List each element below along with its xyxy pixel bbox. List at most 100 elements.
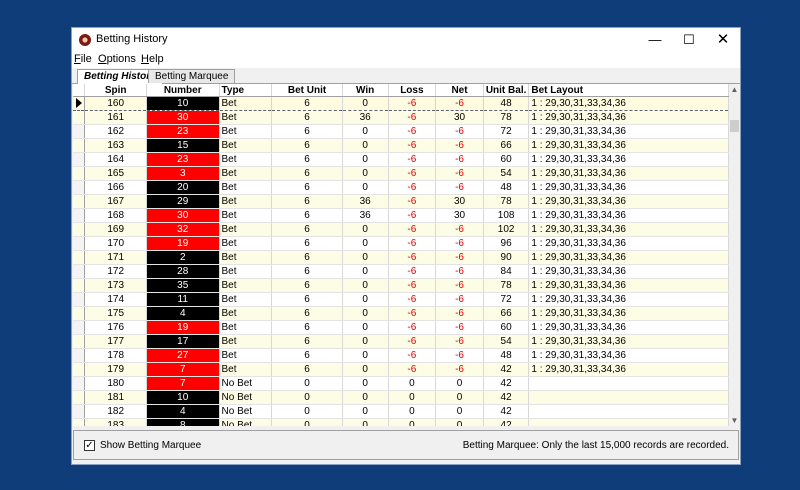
cell-bet-layout: 1 : 29,30,31,33,34,36 xyxy=(528,222,729,237)
cell-loss: -6 xyxy=(388,110,437,125)
row-selector[interactable] xyxy=(73,250,86,265)
cell-win: 0 xyxy=(342,166,389,181)
row-selector[interactable] xyxy=(73,390,86,405)
table-row[interactable]: 177 17 Bet 6 0 -6 -6 54 1 : 29,30,31,33,34,36 xyxy=(73,334,729,349)
cell-loss: -6 xyxy=(388,320,437,335)
cell-bet-layout xyxy=(528,376,729,391)
row-selector[interactable] xyxy=(73,320,86,335)
cell-number: 19 xyxy=(146,320,220,335)
scroll-thumb[interactable] xyxy=(730,120,739,132)
table-row[interactable]: 172 28 Bet 6 0 -6 -6 84 1 : 29,30,31,33,34,36 xyxy=(73,264,729,279)
cell-bet-layout: 1 : 29,30,31,33,34,36 xyxy=(528,292,729,307)
table-row[interactable]: 161 30 Bet 6 36 -6 30 78 1 : 29,30,31,33,34,36 xyxy=(73,110,729,125)
menu-file[interactable]: File xyxy=(74,53,92,65)
cell-bet-layout: 1 : 29,30,31,33,34,36 xyxy=(528,138,729,153)
table-row[interactable]: 176 19 Bet 6 0 -6 -6 60 1 : 29,30,31,33,34,36 xyxy=(73,320,729,335)
betting-history-window: Betting History — ☐ ✕ File Options Help … xyxy=(71,27,741,465)
show-marquee-checkbox[interactable]: ✓ xyxy=(84,440,95,451)
col-unit-bal[interactable]: Unit Bal. xyxy=(483,84,530,97)
table-row[interactable]: 165 3 Bet 6 0 -6 -6 54 1 : 29,30,31,33,34,36 xyxy=(73,166,729,181)
table-row[interactable]: 163 15 Bet 6 0 -6 -6 66 1 : 29,30,31,33,34,36 xyxy=(73,138,729,153)
table-row[interactable]: 181 10 No Bet 0 0 0 0 42 xyxy=(73,390,729,405)
row-selector[interactable] xyxy=(73,124,86,139)
row-selector[interactable] xyxy=(73,306,86,321)
show-marquee-label[interactable]: Show Betting Marquee xyxy=(100,440,201,451)
scroll-up-icon[interactable]: ▲ xyxy=(729,84,740,95)
table-row[interactable]: 178 27 Bet 6 0 -6 -6 48 1 : 29,30,31,33,34,36 xyxy=(73,348,729,363)
close-icon[interactable]: ✕ xyxy=(706,28,740,52)
cell-win: 0 xyxy=(342,320,389,335)
table-row[interactable]: 175 4 Bet 6 0 -6 -6 66 1 : 29,30,31,33,34,36 xyxy=(73,306,729,321)
row-selector[interactable] xyxy=(73,222,86,237)
cell-type: Bet xyxy=(219,334,273,349)
cell-type: Bet xyxy=(219,222,273,237)
col-spin[interactable]: Spin xyxy=(84,84,147,97)
col-number[interactable]: Number xyxy=(146,84,220,97)
cell-unit-bal: 42 xyxy=(483,404,530,419)
row-selector[interactable] xyxy=(73,292,86,307)
row-selector[interactable] xyxy=(73,208,86,223)
cell-bet-layout: 1 : 29,30,31,33,34,36 xyxy=(528,250,729,265)
table-row[interactable]: 173 35 Bet 6 0 -6 -6 78 1 : 29,30,31,33,34,36 xyxy=(73,278,729,293)
row-selector[interactable] xyxy=(73,152,86,167)
row-selector[interactable] xyxy=(73,404,86,419)
cell-bet-layout xyxy=(528,418,729,426)
table-row[interactable]: 167 29 Bet 6 36 -6 30 78 1 : 29,30,31,33,34,36 xyxy=(73,194,729,209)
row-selector[interactable] xyxy=(73,278,86,293)
cell-unit-bal: 78 xyxy=(483,278,530,293)
table-row[interactable]: 180 7 No Bet 0 0 0 0 42 xyxy=(73,376,729,391)
table-row[interactable]: 171 2 Bet 6 0 -6 -6 90 1 : 29,30,31,33,34,36 xyxy=(73,250,729,265)
maximize-icon[interactable]: ☐ xyxy=(672,28,706,52)
row-selector[interactable] xyxy=(73,236,86,251)
cell-net: -6 xyxy=(435,306,484,321)
table-row[interactable]: 174 11 Bet 6 0 -6 -6 72 1 : 29,30,31,33,34,36 xyxy=(73,292,729,307)
minimize-icon[interactable]: — xyxy=(638,28,672,52)
table-row[interactable]: 182 4 No Bet 0 0 0 0 42 xyxy=(73,404,729,419)
row-selector[interactable] xyxy=(73,418,86,426)
vertical-scrollbar[interactable]: ▲ ▼ xyxy=(729,84,740,426)
table-row[interactable]: 169 32 Bet 6 0 -6 -6 102 1 : 29,30,31,33,34,36 xyxy=(73,222,729,237)
cell-bet-layout: 1 : 29,30,31,33,34,36 xyxy=(528,96,729,111)
table-row[interactable]: 164 23 Bet 6 0 -6 -6 60 1 : 29,30,31,33,34,36 xyxy=(73,152,729,167)
col-net[interactable]: Net xyxy=(435,84,484,97)
table-row[interactable]: 170 19 Bet 6 0 -6 -6 96 1 : 29,30,31,33,34,36 xyxy=(73,236,729,251)
cell-unit-bal: 42 xyxy=(483,362,530,377)
col-bet-layout[interactable]: Bet Layout xyxy=(528,84,729,97)
cell-type: Bet xyxy=(219,264,273,279)
row-selector[interactable] xyxy=(73,138,86,153)
cell-bet-layout: 1 : 29,30,31,33,34,36 xyxy=(528,334,729,349)
col-bet-unit[interactable]: Bet Unit xyxy=(271,84,343,97)
table-row[interactable]: 166 20 Bet 6 0 -6 -6 48 1 : 29,30,31,33,34,36 xyxy=(73,180,729,195)
cell-loss: -6 xyxy=(388,208,437,223)
row-selector[interactable] xyxy=(73,376,86,391)
row-selector[interactable] xyxy=(73,166,86,181)
row-selector[interactable] xyxy=(73,348,86,363)
cell-net: -6 xyxy=(435,362,484,377)
cell-net: -6 xyxy=(435,180,484,195)
scroll-down-icon[interactable]: ▼ xyxy=(729,415,740,426)
row-selector[interactable] xyxy=(73,334,86,349)
cell-win: 0 xyxy=(342,376,389,391)
row-selector[interactable] xyxy=(73,194,86,209)
menu-options[interactable]: Options xyxy=(98,53,136,65)
col-loss[interactable]: Loss xyxy=(388,84,437,97)
menu-help[interactable]: Help xyxy=(141,53,164,65)
cell-loss: -6 xyxy=(388,264,437,279)
table-row[interactable]: 183 8 No Bet 0 0 0 0 42 xyxy=(73,418,729,426)
tab-betting-marquee[interactable]: Betting Marquee xyxy=(148,69,236,83)
col-win[interactable]: Win xyxy=(342,84,389,97)
row-selector[interactable] xyxy=(73,362,86,377)
table-row[interactable]: 168 30 Bet 6 36 -6 30 108 1 : 29,30,31,33,34,36 xyxy=(73,208,729,223)
cell-bet-layout: 1 : 29,30,31,33,34,36 xyxy=(528,236,729,251)
row-selector[interactable] xyxy=(73,264,86,279)
table-row[interactable]: 179 7 Bet 6 0 -6 -6 42 1 : 29,30,31,33,34,36 xyxy=(73,362,729,377)
row-selector[interactable] xyxy=(73,180,86,195)
history-grid[interactable]: Spin Number Type Bet Unit Win Loss Net U… xyxy=(73,84,729,426)
cell-net: -6 xyxy=(435,250,484,265)
cell-win: 0 xyxy=(342,152,389,167)
row-selector[interactable] xyxy=(73,110,86,125)
table-row[interactable]: 162 23 Bet 6 0 -6 -6 72 1 : 29,30,31,33,34,36 xyxy=(73,124,729,139)
table-row[interactable]: 160 10 Bet 6 0 -6 -6 48 1 : 29,30,31,33,34,36 xyxy=(73,96,729,111)
col-type[interactable]: Type xyxy=(219,84,273,97)
current-row-pointer-icon[interactable] xyxy=(73,96,86,111)
